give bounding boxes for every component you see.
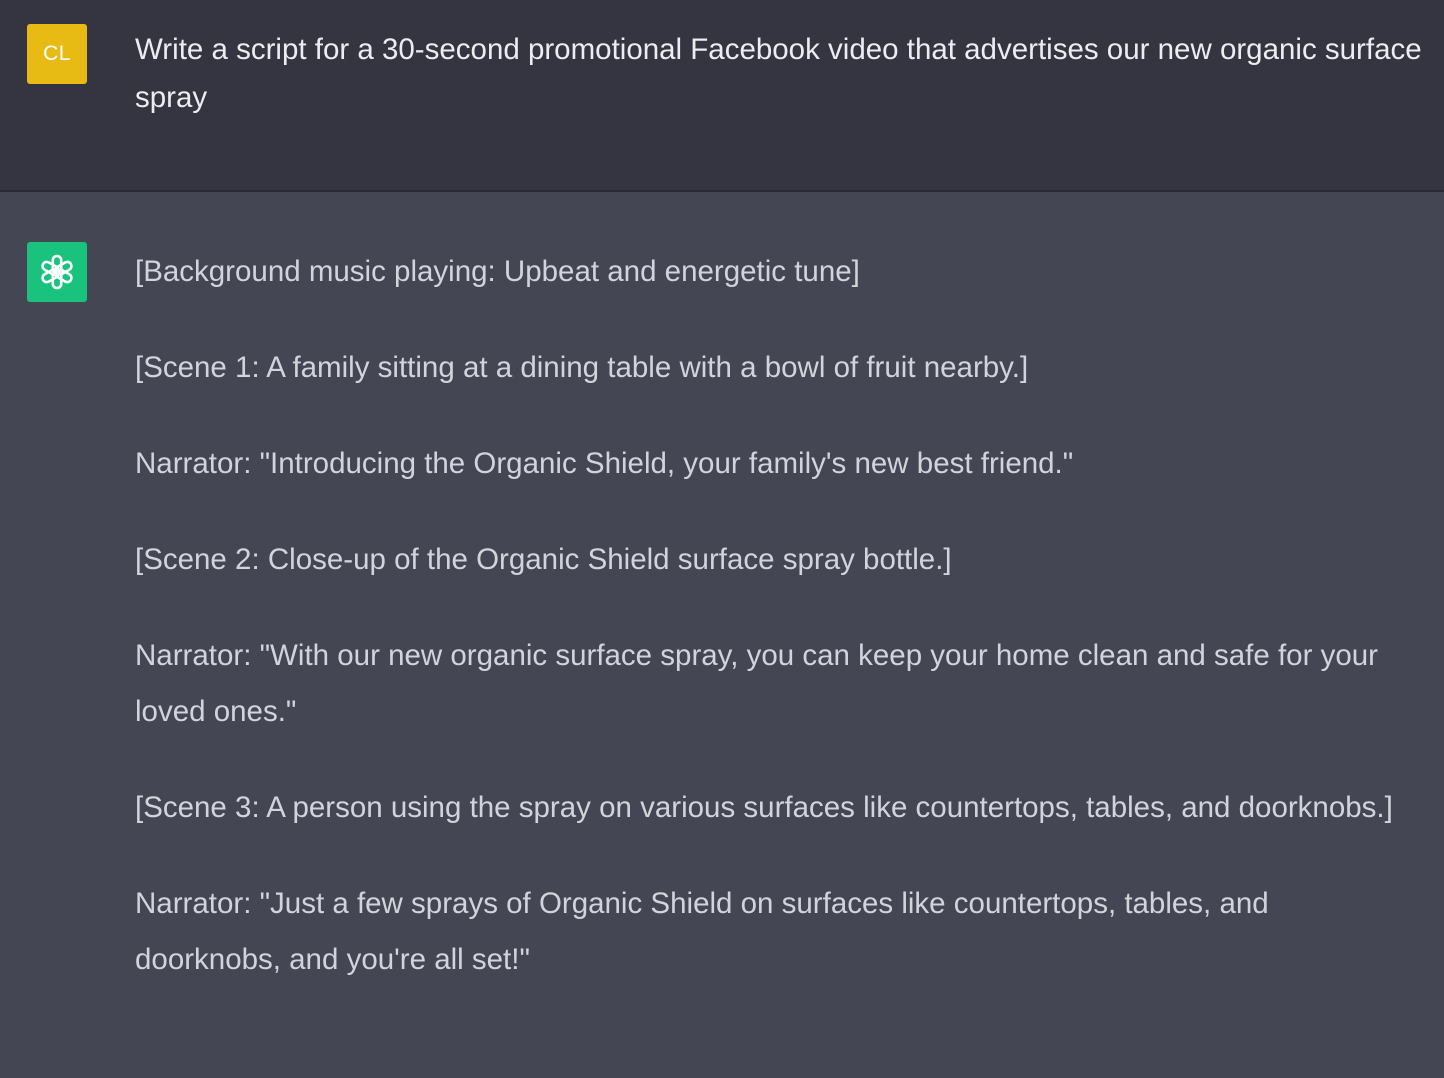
assistant-paragraph: [Scene 3: A person using the spray on va… [135, 791, 1393, 824]
assistant-paragraph: Narrator: "With our new organic surface … [135, 639, 1378, 728]
assistant-paragraph: [Background music playing: Upbeat and en… [135, 255, 860, 288]
user-message-row: CL Write a script for a 30-second promot… [0, 0, 1444, 192]
openai-logo-icon [41, 254, 73, 290]
chat-conversation: CL Write a script for a 30-second promot… [0, 0, 1444, 1078]
user-message-text: Write a script for a 30-second promotion… [135, 33, 1422, 114]
assistant-paragraph: [Scene 2: Close-up of the Organic Shield… [135, 543, 952, 576]
assistant-avatar [27, 242, 87, 302]
assistant-message-row: [Background music playing: Upbeat and en… [0, 192, 1444, 1078]
assistant-paragraph: Narrator: "Introducing the Organic Shiel… [135, 447, 1074, 480]
user-avatar-initials: CL [43, 42, 71, 65]
assistant-paragraph: Narrator: "Just a few sprays of Organic … [135, 887, 1269, 976]
user-avatar: CL [27, 24, 87, 84]
assistant-message-text: [Background music playing: Upbeat and en… [135, 244, 1417, 1028]
assistant-paragraph: [Scene 1: A family sitting at a dining t… [135, 351, 1029, 384]
